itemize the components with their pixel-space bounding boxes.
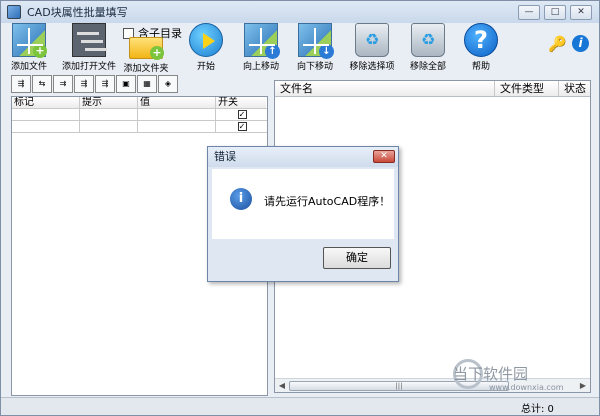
dialog-close-icon[interactable]: ✕: [373, 150, 395, 163]
maximize-button[interactable]: □: [544, 5, 566, 20]
play-icon: [189, 23, 223, 57]
error-dialog: 错误 ✕ i 请先运行AutoCAD程序！ 确定: [207, 146, 399, 282]
table-icon[interactable]: ▦: [137, 75, 157, 93]
mini-tool-5-icon[interactable]: ⇶: [95, 75, 115, 93]
scroll-left-icon[interactable]: ◀: [277, 381, 287, 391]
status-bar: 总计: 0: [1, 397, 599, 415]
help-label: 帮助: [471, 62, 490, 72]
watermark-url: www.downxia.com: [489, 383, 564, 392]
table-row[interactable]: ✓: [12, 121, 267, 133]
col-prompt[interactable]: 提示: [80, 97, 138, 108]
cad-add-file-icon: +: [12, 23, 47, 58]
add-open-file-label: 添加打开文件: [61, 62, 116, 72]
add-open-file-button[interactable]: 添加打开文件: [61, 23, 117, 72]
scroll-right-icon[interactable]: ▶: [578, 381, 588, 391]
help-button[interactable]: ? 帮助: [461, 23, 501, 72]
switch-checkbox[interactable]: ✓: [237, 110, 247, 119]
dialog-title: 错误: [208, 147, 398, 167]
save-icon[interactable]: ▣: [116, 75, 136, 93]
cell-prompt[interactable]: [80, 109, 138, 120]
cell-value[interactable]: [138, 109, 216, 120]
attribute-toolbar: ⇶ ⇆ ⇉ ⇶ ⇶ ▣ ▦ ◈: [11, 73, 268, 95]
col-filetype[interactable]: 文件类型: [495, 81, 559, 96]
cell-switch[interactable]: ✓: [216, 109, 266, 120]
title-bar: CAD块属性批量填写 — □ ✕: [1, 1, 599, 23]
tree-open-icon: [72, 23, 106, 57]
remove-all-label: 移除全部: [409, 62, 446, 72]
watermark-text: 当下软件园: [453, 365, 529, 383]
col-mark[interactable]: 标记: [12, 97, 80, 108]
minimize-button[interactable]: —: [518, 5, 540, 20]
total-count: 总计: 0: [521, 404, 554, 415]
app-window: CAD块属性批量填写 — □ ✕ + 添加文件 添加打开文件 含子目录 + 添加…: [0, 0, 600, 416]
ok-button[interactable]: 确定: [323, 247, 391, 269]
move-up-button[interactable]: ↑ 向上移动: [241, 23, 281, 72]
remove-all-button[interactable]: 移除全部: [405, 23, 451, 72]
attribute-table-header: 标记 提示 值 开关: [12, 97, 267, 109]
help-icon: ?: [464, 23, 498, 57]
move-down-icon: ↓: [298, 23, 334, 59]
add-file-button[interactable]: + 添加文件: [9, 23, 49, 72]
cell-mark[interactable]: [12, 121, 80, 132]
cell-switch[interactable]: ✓: [216, 121, 266, 132]
col-status[interactable]: 状态: [559, 81, 590, 96]
start-label: 开始: [196, 62, 215, 72]
info-icon: i: [230, 188, 252, 210]
table-row[interactable]: ✓: [12, 109, 267, 121]
key-icon[interactable]: 🔑: [548, 35, 567, 53]
remove-selected-label: 移除选择项: [349, 62, 395, 72]
col-filename[interactable]: 文件名: [275, 81, 495, 96]
info-icon[interactable]: i: [572, 35, 589, 52]
mini-tool-4-icon[interactable]: ⇶: [74, 75, 94, 93]
app-icon: [7, 5, 21, 19]
export-icon[interactable]: ◈: [158, 75, 178, 93]
dialog-message: 请先运行AutoCAD程序！: [264, 195, 391, 208]
cell-value[interactable]: [138, 121, 216, 132]
cell-prompt[interactable]: [80, 121, 138, 132]
file-list-header: 文件名 文件类型 状态: [275, 81, 590, 97]
recycle-bin-all-icon: [411, 23, 445, 57]
mini-tool-1-icon[interactable]: ⇶: [11, 75, 31, 93]
move-down-button[interactable]: ↓ 向下移动: [295, 23, 335, 72]
remove-selected-button[interactable]: 移除选择项: [347, 23, 397, 72]
col-switch[interactable]: 开关: [216, 97, 266, 108]
add-folder-button[interactable]: + 添加文件夹: [121, 37, 171, 74]
dialog-body: i 请先运行AutoCAD程序！: [212, 169, 394, 239]
move-down-label: 向下移动: [296, 62, 333, 72]
start-button[interactable]: 开始: [186, 23, 226, 72]
recycle-bin-icon: [355, 23, 389, 57]
add-file-label: 添加文件: [10, 62, 47, 72]
folder-add-icon: +: [129, 37, 164, 60]
main-toolbar: + 添加文件 添加打开文件 含子目录 + 添加文件夹 开始 ↑ 向上移动 ↓ 向…: [3, 23, 599, 74]
switch-checkbox[interactable]: ✓: [237, 122, 247, 131]
mini-tool-2-icon[interactable]: ⇆: [32, 75, 52, 93]
move-up-icon: ↑: [244, 23, 280, 59]
window-title: CAD块属性批量填写: [27, 6, 128, 19]
move-up-label: 向上移动: [242, 62, 279, 72]
mini-tool-3-icon[interactable]: ⇉: [53, 75, 73, 93]
col-value[interactable]: 值: [138, 97, 216, 108]
cell-mark[interactable]: [12, 109, 80, 120]
close-button[interactable]: ✕: [570, 5, 592, 20]
